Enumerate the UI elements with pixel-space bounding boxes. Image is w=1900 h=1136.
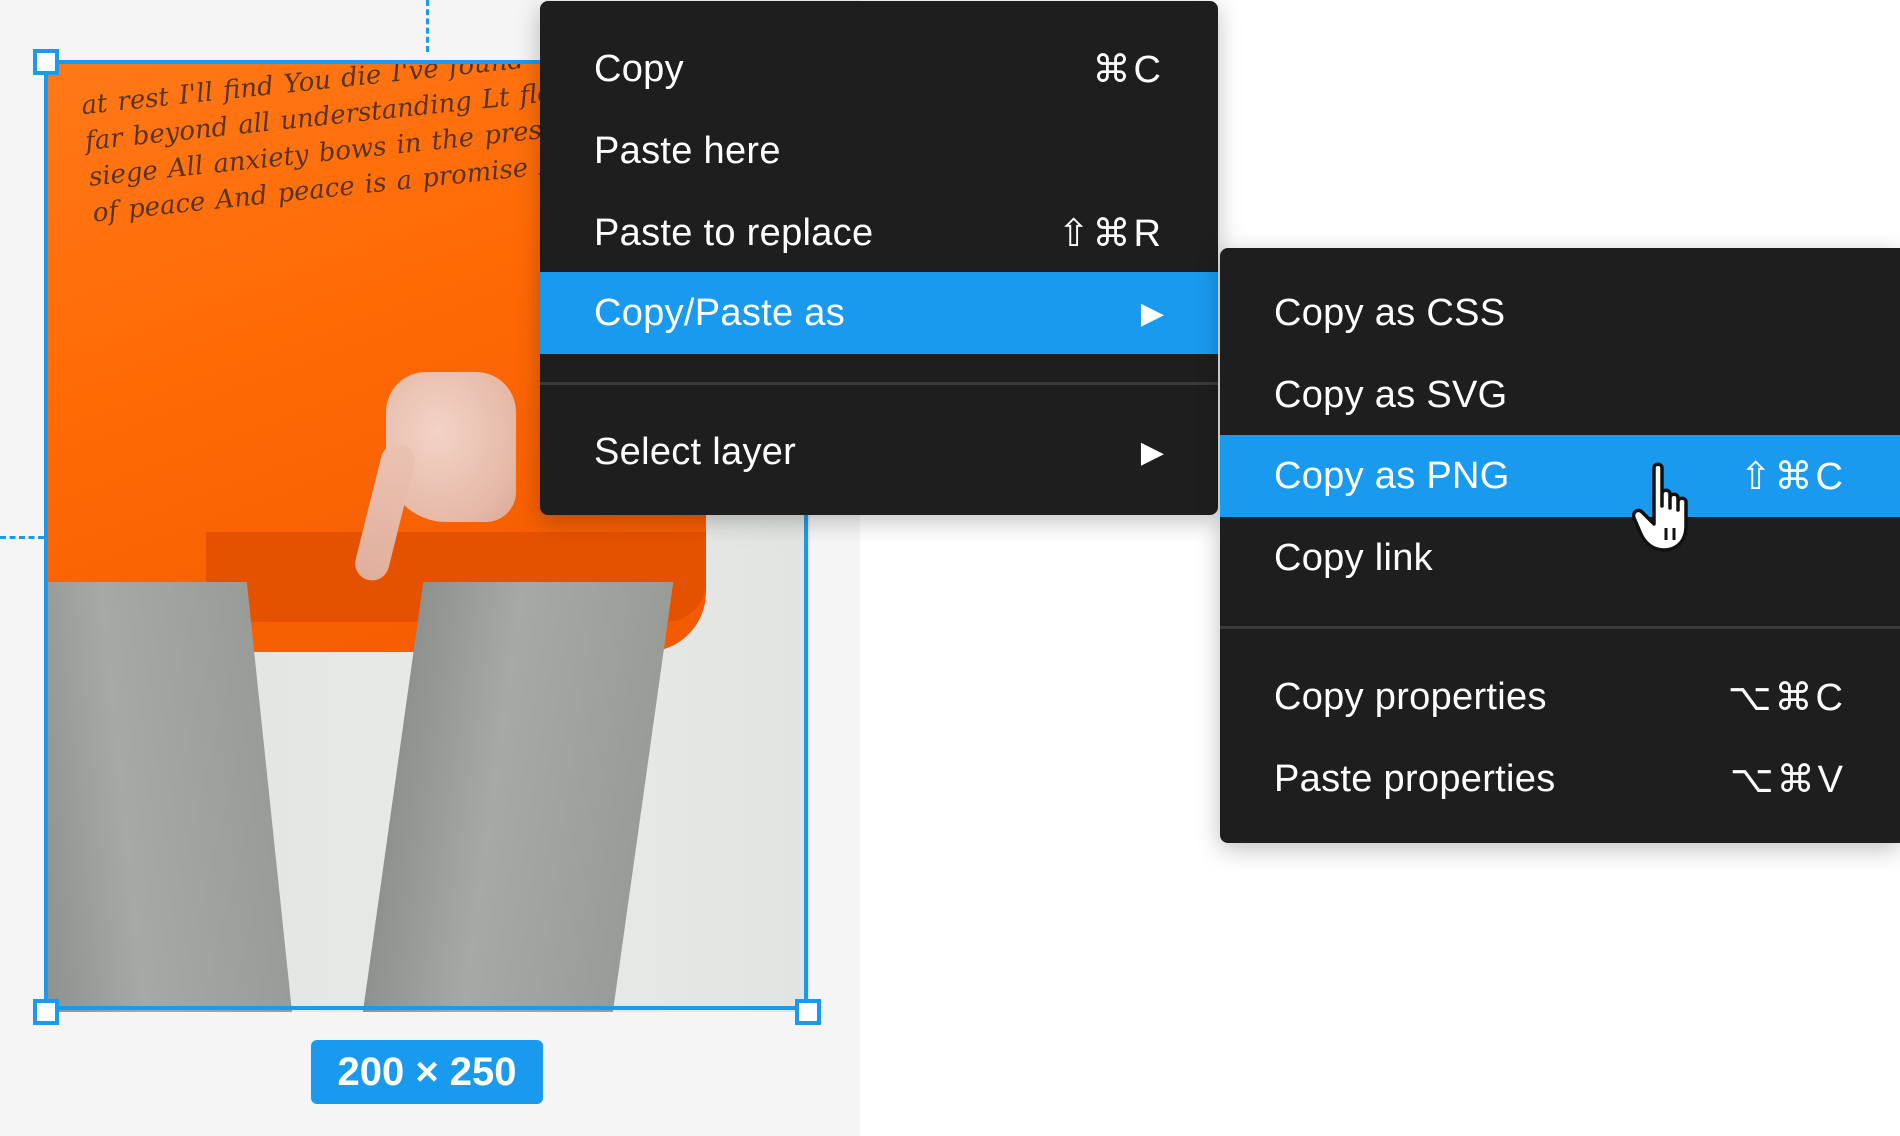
menu-item-select-layer[interactable]: Select layer ▶ — [540, 411, 1218, 493]
menu-item-label: Select layer — [594, 430, 797, 473]
menu-separator — [1220, 626, 1900, 629]
menu-item-shortcut: ⌥⌘C — [1727, 676, 1846, 719]
resize-handle-bottom-right[interactable] — [795, 999, 821, 1025]
menu-item-label: Copy as PNG — [1274, 454, 1510, 497]
submenu-item-copy-properties[interactable]: Copy properties ⌥⌘C — [1220, 656, 1900, 738]
menu-item-label: Paste properties — [1274, 757, 1556, 800]
menu-item-label: Copy — [594, 47, 684, 90]
triangle-right-icon: ▶ — [1140, 296, 1164, 330]
menu-item-shortcut: ⇧⌘C — [1739, 455, 1846, 498]
app-screen: at rest I'll find You die I've found far… — [0, 0, 1900, 1136]
menu-item-copy-paste-as[interactable]: Copy/Paste as ▶ — [540, 272, 1218, 354]
resize-handle-bottom-left[interactable] — [33, 999, 59, 1025]
menu-item-paste-to-replace[interactable]: Paste to replace ⇧⌘R — [540, 192, 1218, 274]
menu-item-label: Paste here — [594, 129, 781, 172]
menu-item-shortcut: ⌥⌘V — [1729, 758, 1846, 801]
menu-item-label: Copy as CSS — [1274, 291, 1506, 334]
submenu-item-copy-link[interactable]: Copy link — [1220, 517, 1900, 599]
alignment-guide-vertical — [426, 0, 429, 52]
context-menu: Copy ⌘C Paste here Paste to replace ⇧⌘R … — [540, 1, 1218, 515]
menu-item-paste-here[interactable]: Paste here — [540, 110, 1218, 192]
menu-separator — [540, 382, 1218, 385]
menu-item-shortcut: ⇧⌘R — [1057, 212, 1164, 255]
menu-item-label: Copy as SVG — [1274, 373, 1508, 416]
resize-handle-top-left[interactable] — [33, 49, 59, 75]
hand-pointer-icon — [1632, 462, 1688, 552]
menu-item-label: Paste to replace — [594, 211, 874, 254]
submenu-item-copy-as-svg[interactable]: Copy as SVG — [1220, 354, 1900, 436]
menu-item-copy[interactable]: Copy ⌘C — [540, 28, 1218, 110]
submenu-item-paste-properties[interactable]: Paste properties ⌥⌘V — [1220, 738, 1900, 820]
submenu-item-copy-as-png[interactable]: Copy as PNG ⇧⌘C — [1220, 435, 1900, 517]
menu-item-label: Copy link — [1274, 536, 1433, 579]
menu-item-label: Copy/Paste as — [594, 291, 846, 334]
triangle-right-icon: ▶ — [1140, 435, 1164, 469]
submenu-item-copy-as-css[interactable]: Copy as CSS — [1220, 272, 1900, 354]
menu-item-shortcut: ⌘C — [1092, 48, 1164, 91]
copy-paste-as-submenu: Copy as CSS Copy as SVG Copy as PNG ⇧⌘C … — [1220, 248, 1900, 843]
alignment-guide-horizontal — [0, 536, 44, 539]
menu-item-label: Copy properties — [1274, 675, 1547, 718]
dimensions-badge: 200 × 250 — [311, 1040, 543, 1104]
